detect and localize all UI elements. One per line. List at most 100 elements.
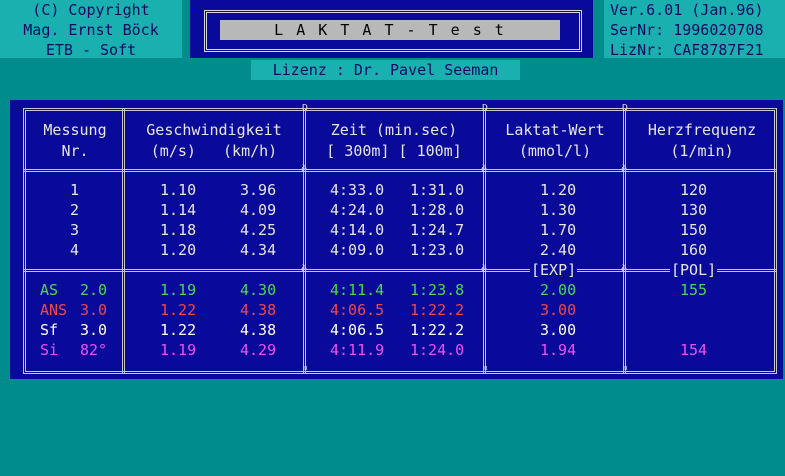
row-ms: 1.14 bbox=[160, 201, 197, 219]
junction-mark: D bbox=[302, 103, 309, 114]
column-divider bbox=[303, 108, 306, 374]
row-t300: 4:14.0 bbox=[330, 221, 385, 239]
author-line: Mag. Ernst Böck bbox=[23, 21, 159, 39]
row-lactate: 1.20 bbox=[540, 181, 577, 199]
header-time-units: [ 300m] [ 100m] bbox=[326, 142, 462, 160]
result-label: Sf bbox=[40, 321, 59, 339]
exp-label: [EXP] bbox=[530, 260, 578, 280]
column-divider bbox=[122, 108, 125, 374]
version-box: Ver.6.01 (Jan.96) SerNr: 1996020708 LizN… bbox=[604, 0, 785, 59]
header-lactate-units: (mmol/l) bbox=[518, 142, 592, 160]
row-t100: 1:23.0 bbox=[410, 241, 465, 259]
result-hf: 154 bbox=[680, 341, 708, 359]
row-nr: 4 bbox=[70, 241, 80, 259]
result-value: 3.0 bbox=[80, 321, 108, 339]
row-kmh: 4.09 bbox=[240, 201, 277, 219]
junction-mark: ¤ bbox=[622, 363, 629, 374]
result-kmh: 4.38 bbox=[240, 321, 277, 339]
header-time: Zeit (min.sec) bbox=[330, 121, 458, 139]
result-kmh: 4.38 bbox=[240, 301, 277, 319]
serial-number: SerNr: 1996020708 bbox=[610, 21, 764, 39]
result-kmh: 4.29 bbox=[240, 341, 277, 359]
row-ms: 1.10 bbox=[160, 181, 197, 199]
row-t100: 1:28.0 bbox=[410, 201, 465, 219]
junction-mark: ĕ bbox=[301, 164, 308, 175]
junction-mark: ĕ bbox=[481, 264, 488, 275]
junction-mark: ¤ bbox=[482, 363, 489, 374]
junction-mark: D bbox=[482, 103, 489, 114]
result-ms: 1.19 bbox=[160, 341, 197, 359]
result-value: 3.0 bbox=[80, 301, 108, 319]
license-label: Lizenz : Dr. Pavel Seeman bbox=[251, 60, 520, 80]
result-lactate: 2.00 bbox=[540, 281, 577, 299]
row-ms: 1.20 bbox=[160, 241, 197, 259]
row-t100: 1:31.0 bbox=[410, 181, 465, 199]
row-hf: 150 bbox=[680, 221, 708, 239]
header-speed-units: (m/s) (km/h) bbox=[150, 142, 278, 160]
row-t300: 4:33.0 bbox=[330, 181, 385, 199]
row-nr: 2 bbox=[70, 201, 80, 219]
result-label: ANS bbox=[40, 301, 68, 319]
result-hf: 155 bbox=[680, 281, 708, 299]
row-hf: 160 bbox=[680, 241, 708, 259]
result-t300: 4:06.5 bbox=[330, 321, 385, 339]
app-title: L A K T A T - T e s t bbox=[220, 20, 560, 40]
header-lactate: Laktat-Wert bbox=[505, 121, 605, 139]
copyright-box: (C) Copyright Mag. Ernst Böck ETB - Soft bbox=[0, 0, 182, 59]
header-heartrate: Herzfrequenz bbox=[647, 121, 757, 139]
row-kmh: 4.34 bbox=[240, 241, 277, 259]
row-lactate: 1.30 bbox=[540, 201, 577, 219]
version-text: Ver.6.01 (Jan.96) bbox=[610, 1, 764, 19]
result-t300: 4:06.5 bbox=[330, 301, 385, 319]
result-value: 2.0 bbox=[80, 281, 108, 299]
row-hf: 130 bbox=[680, 201, 708, 219]
result-lactate: 3.00 bbox=[540, 301, 577, 319]
row-hf: 120 bbox=[680, 181, 708, 199]
row-lactate: 2.40 bbox=[540, 241, 577, 259]
license-number: LizNr: CAF8787F21 bbox=[610, 41, 764, 59]
header-nr: Nr. bbox=[61, 142, 89, 160]
result-ms: 1.22 bbox=[160, 301, 197, 319]
copyright-line: (C) Copyright bbox=[32, 1, 150, 19]
result-t100: 1:22.2 bbox=[410, 321, 465, 339]
result-lactate: 1.94 bbox=[540, 341, 577, 359]
row-lactate: 1.70 bbox=[540, 221, 577, 239]
result-label: Si bbox=[40, 341, 59, 359]
row-t100: 1:24.7 bbox=[410, 221, 465, 239]
row-t300: 4:24.0 bbox=[330, 201, 385, 219]
row-kmh: 4.25 bbox=[240, 221, 277, 239]
results-table: D D D ĕ ĕ ĕ ĕ ĕ ĕ ¤ ¤ ¤ [EXP] [POL] Mess… bbox=[10, 100, 783, 379]
junction-mark: ĕ bbox=[301, 264, 308, 275]
junction-mark: D bbox=[622, 103, 629, 114]
result-label: AS bbox=[40, 281, 59, 299]
header-divider bbox=[23, 169, 777, 172]
junction-mark: ĕ bbox=[621, 164, 628, 175]
column-divider bbox=[623, 108, 626, 374]
result-ms: 1.22 bbox=[160, 321, 197, 339]
row-kmh: 3.96 bbox=[240, 181, 277, 199]
result-ms: 1.19 bbox=[160, 281, 197, 299]
result-t100: 1:22.2 bbox=[410, 301, 465, 319]
result-lactate: 3.00 bbox=[540, 321, 577, 339]
junction-mark: ĕ bbox=[621, 264, 628, 275]
result-t100: 1:23.8 bbox=[410, 281, 465, 299]
header-messung: Messung bbox=[43, 121, 107, 139]
row-ms: 1.18 bbox=[160, 221, 197, 239]
result-value: 82° bbox=[80, 341, 108, 359]
result-kmh: 4.30 bbox=[240, 281, 277, 299]
header-heartrate-units: (1/min) bbox=[670, 142, 734, 160]
result-t300: 4:11.4 bbox=[330, 281, 385, 299]
junction-mark: ¤ bbox=[302, 363, 309, 374]
row-t300: 4:09.0 bbox=[330, 241, 385, 259]
result-t300: 4:11.9 bbox=[330, 341, 385, 359]
row-nr: 1 bbox=[70, 181, 80, 199]
column-divider bbox=[483, 108, 486, 374]
company-line: ETB - Soft bbox=[45, 41, 137, 59]
pol-label: [POL] bbox=[670, 260, 718, 280]
results-divider bbox=[23, 269, 777, 272]
header-speed: Geschwindigkeit bbox=[146, 121, 282, 139]
title-panel: L A K T A T - T e s t bbox=[190, 0, 593, 58]
result-t100: 1:24.0 bbox=[410, 341, 465, 359]
row-nr: 3 bbox=[70, 221, 80, 239]
junction-mark: ĕ bbox=[481, 164, 488, 175]
